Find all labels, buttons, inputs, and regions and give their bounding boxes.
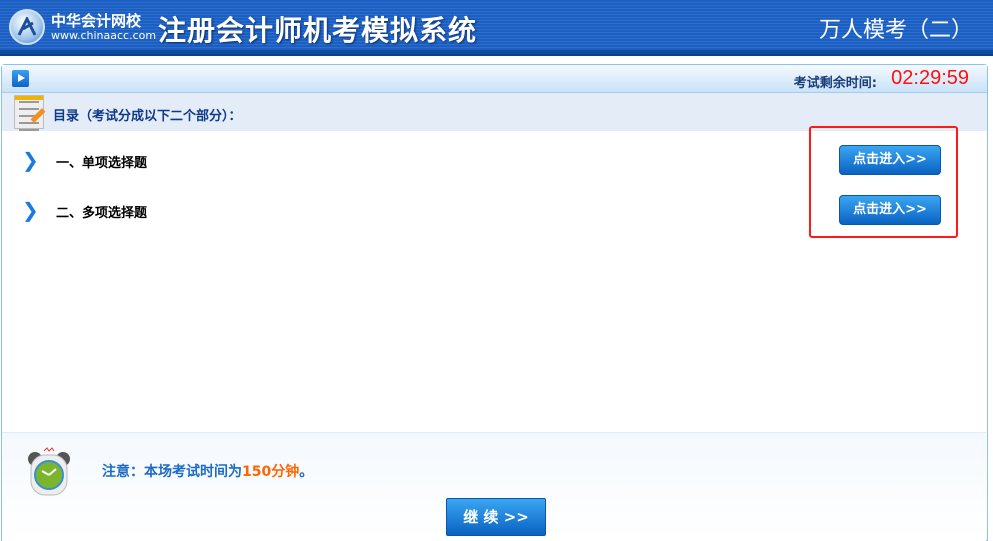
section-label: 一、单项选择题 — [56, 156, 148, 171]
app-header: 中华会计网校 www.chinaacc.com 注册会计师机考模拟系统 万人模考… — [0, 0, 993, 56]
exam-duration-notice: 注意：本场考试时间为150分钟。 — [102, 461, 313, 481]
toc-title: 目录（考试分成以下二个部分）： — [53, 109, 242, 124]
chinaacc-logo-icon — [9, 9, 45, 45]
chevron-right-icon: ❯ — [22, 198, 39, 222]
enter-single-choice-button[interactable]: 点击进入>> — [839, 145, 941, 175]
notice-text: 注意：本场考试时间为 — [102, 464, 242, 480]
chevron-right-icon: ❯ — [22, 148, 39, 172]
brand-name: 中华会计网校 — [51, 12, 142, 30]
footer: 注意：本场考试时间为150分钟。 继 续 >> — [2, 432, 986, 541]
exam-name: 万人模考（二） — [818, 18, 973, 43]
play-icon[interactable] — [12, 70, 29, 87]
duration-highlight: 150分钟 — [242, 464, 300, 480]
continue-button[interactable]: 继 续 >> — [446, 498, 546, 536]
time-remaining-label: 考试剩余时间: — [793, 76, 877, 91]
section-label: 二、多项选择题 — [56, 206, 148, 221]
enter-multiple-choice-button[interactable]: 点击进入>> — [839, 195, 941, 225]
alarm-clock-icon — [26, 447, 72, 497]
status-bar: 考试剩余时间: 02:29:59 — [2, 65, 987, 93]
notice-suffix: 。 — [299, 464, 314, 480]
countdown-timer: 02:29:59 — [891, 67, 969, 89]
brand-url: www.chinaacc.com — [51, 29, 157, 42]
system-title: 注册会计师机考模拟系统 — [158, 14, 478, 47]
